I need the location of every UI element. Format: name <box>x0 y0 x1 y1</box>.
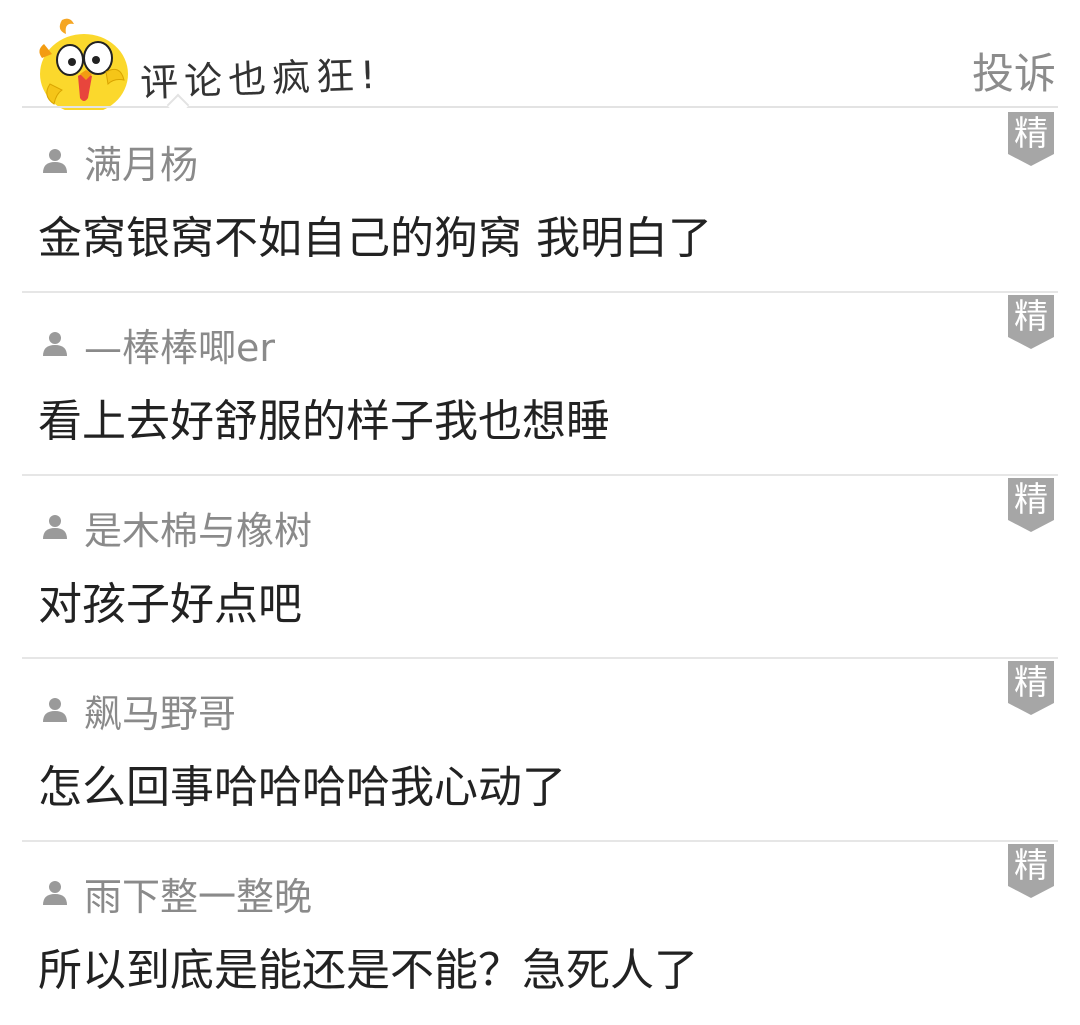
user-icon <box>43 698 67 722</box>
username: 飙马野哥 <box>84 691 237 736</box>
user-icon <box>43 149 67 173</box>
username: 是木棉与橡树 <box>84 508 313 553</box>
comment-item: 雨下整一整晚 所以到底是能还是不能？急死人了 精 <box>0 842 1080 1025</box>
comment-item: —棒棒唧er 看上去好舒服的样子我也想睡 精 <box>0 293 1080 476</box>
featured-badge: 精 <box>1008 112 1054 166</box>
comment-text: 怎么回事哈哈哈哈我心动了 <box>38 762 566 813</box>
comment-author[interactable]: 雨下整一整晚 <box>40 870 312 919</box>
username: 雨下整一整晚 <box>84 874 313 919</box>
comment-author[interactable]: —棒棒唧er <box>40 321 275 370</box>
comment-author[interactable]: 是木棉与橡树 <box>40 504 312 553</box>
comment-item: 是木棉与橡树 对孩子好点吧 精 <box>0 476 1080 659</box>
user-icon <box>43 332 67 356</box>
featured-badge: 精 <box>1008 478 1054 532</box>
chick-mascot-icon <box>39 18 128 110</box>
comment-item: 满月杨 金窝银窝不如自己的狗窝 我明白了 精 <box>0 110 1080 293</box>
comment-text: 所以到底是能还是不能？急死人了 <box>38 945 698 996</box>
comment-text: 看上去好舒服的样子我也想睡 <box>38 396 610 447</box>
comment-text: 金窝银窝不如自己的狗窝 我明白了 <box>38 213 712 264</box>
comments-header: 评论也疯狂! 投诉 <box>0 0 1080 117</box>
badge-label: 精 <box>1014 846 1048 886</box>
comment-item: 飙马野哥 怎么回事哈哈哈哈我心动了 精 <box>0 659 1080 842</box>
comment-text: 对孩子好点吧 <box>38 579 302 630</box>
username: —棒棒唧er <box>84 325 276 370</box>
comment-author[interactable]: 飙马野哥 <box>40 687 236 736</box>
comment-list: 满月杨 金窝银窝不如自己的狗窝 我明白了 精 —棒棒唧er 看上去好舒服的样子我… <box>0 110 1080 1025</box>
user-icon <box>43 881 67 905</box>
badge-label: 精 <box>1014 663 1048 703</box>
user-icon <box>43 515 67 539</box>
featured-badge: 精 <box>1008 844 1054 898</box>
badge-label: 精 <box>1014 297 1048 337</box>
badge-label: 精 <box>1014 114 1048 154</box>
comment-author[interactable]: 满月杨 <box>40 138 198 187</box>
username: 满月杨 <box>84 142 199 187</box>
featured-badge: 精 <box>1008 661 1054 715</box>
report-button[interactable]: 投诉 <box>972 40 1056 101</box>
featured-badge: 精 <box>1008 295 1054 349</box>
badge-label: 精 <box>1014 480 1048 520</box>
